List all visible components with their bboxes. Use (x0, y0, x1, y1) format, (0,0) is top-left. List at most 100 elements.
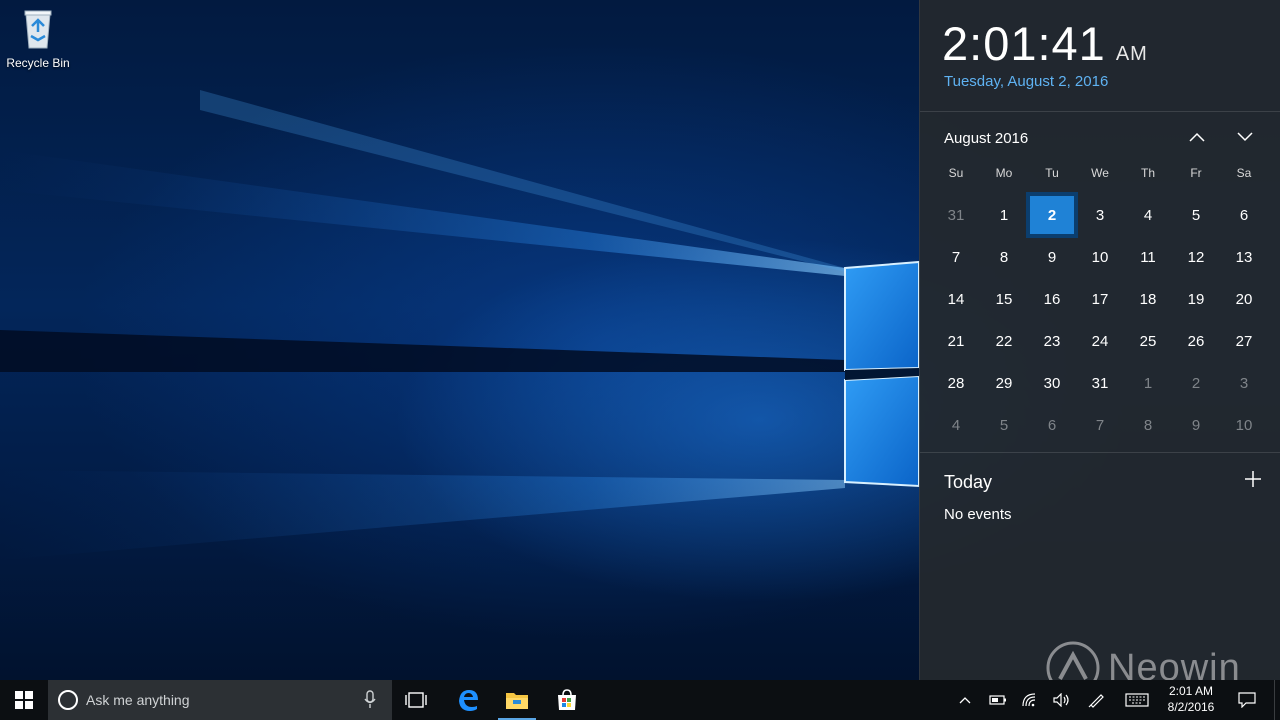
chevron-up-icon (1189, 132, 1205, 142)
recycle-bin-label: Recycle Bin (6, 56, 70, 70)
volume-button[interactable] (1050, 680, 1074, 720)
calendar-day[interactable]: 3 (1220, 362, 1268, 404)
calendar-day[interactable]: 5 (1172, 194, 1220, 236)
weekday-label: We (1091, 166, 1109, 180)
calendar-day[interactable]: 21 (932, 320, 980, 362)
taskbar: Ask me anything 2:01 AM 8/2/2016 (0, 680, 1280, 720)
calendar-day[interactable]: 6 (1028, 404, 1076, 446)
calendar-day[interactable]: 1 (1124, 362, 1172, 404)
calendar-day[interactable]: 24 (1076, 320, 1124, 362)
microphone-icon[interactable] (364, 690, 376, 710)
calendar-day[interactable]: 13 (1220, 236, 1268, 278)
calendar-day[interactable]: 26 (1172, 320, 1220, 362)
show-hidden-icons-button[interactable] (954, 680, 976, 720)
battery-button[interactable] (986, 680, 1010, 720)
calendar-day[interactable]: 28 (932, 362, 980, 404)
clock-date-link[interactable]: Tuesday, August 2, 2016 (944, 73, 1108, 90)
recycle-bin-shortcut[interactable]: Recycle Bin (4, 6, 72, 74)
clock-time: 2:01:41 AM (942, 16, 1148, 71)
store-taskbar-button[interactable] (546, 680, 588, 720)
calendar-day[interactable]: 30 (1028, 362, 1076, 404)
calendar-week: 21 22 23 24 25 26 27 (932, 320, 1268, 362)
calendar-grid: 31 1 2 3 4 5 6 7 8 9 10 11 12 13 14 15 1… (932, 192, 1268, 446)
calendar-day[interactable]: 19 (1172, 278, 1220, 320)
calendar-day[interactable]: 10 (1076, 236, 1124, 278)
weekday-label: Su (948, 166, 964, 180)
taskbar-date: 8/2/2016 (1167, 700, 1215, 714)
calendar-day[interactable]: 16 (1028, 278, 1076, 320)
edge-icon (459, 690, 478, 711)
calendar-day[interactable]: 8 (1124, 404, 1172, 446)
network-button[interactable] (1018, 680, 1044, 720)
pen-icon (1088, 694, 1104, 708)
calendar-day[interactable]: 3 (1076, 194, 1124, 236)
show-desktop-button[interactable] (1274, 680, 1280, 720)
calendar-day[interactable]: 7 (1076, 404, 1124, 446)
agenda-divider (920, 452, 1280, 453)
weekday-header: Su Mo Tu We Th Fr Sa (932, 166, 1268, 188)
taskbar-clock[interactable]: 2:01 AM 8/2/2016 (1158, 683, 1224, 719)
battery-icon (989, 695, 1006, 705)
touch-keyboard-button[interactable] (1122, 680, 1152, 720)
calendar-day[interactable]: 9 (1172, 404, 1220, 446)
keyboard-icon (1125, 693, 1149, 707)
action-center-button[interactable] (1232, 680, 1262, 720)
agenda-empty-message: No events (944, 506, 1012, 523)
calendar-day[interactable]: 12 (1172, 236, 1220, 278)
calendar-week: 4 5 6 7 8 9 10 (932, 404, 1268, 446)
file-explorer-taskbar-button[interactable] (496, 680, 538, 720)
weekday-label: Fr (1190, 166, 1202, 180)
calendar-day[interactable]: 25 (1124, 320, 1172, 362)
add-event-button[interactable] (1242, 468, 1264, 490)
windows-logo-icon (15, 691, 33, 709)
calendar-day[interactable]: 17 (1076, 278, 1124, 320)
task-view-icon (405, 692, 427, 708)
calendar-week: 7 8 9 10 11 12 13 (932, 236, 1268, 278)
calendar-day[interactable]: 31 (1076, 362, 1124, 404)
agenda-title: Today (944, 472, 993, 492)
calendar-day[interactable]: 14 (932, 278, 980, 320)
calendar-day[interactable]: 29 (980, 362, 1028, 404)
calendar-day[interactable]: 20 (1220, 278, 1268, 320)
calendar-header: August 2016 (920, 112, 1280, 162)
calendar-day[interactable]: 18 (1124, 278, 1172, 320)
cortana-icon (58, 690, 78, 710)
windows-ink-button[interactable] (1084, 680, 1110, 720)
clock-ampm: AM (1115, 43, 1148, 65)
calendar-day[interactable]: 5 (980, 404, 1028, 446)
clock-header: 2:01:41 AM Tuesday, August 2, 2016 (920, 0, 1280, 112)
calendar-day[interactable]: 4 (932, 404, 980, 446)
previous-month-button[interactable] (1182, 126, 1212, 148)
edge-taskbar-button[interactable] (446, 680, 490, 720)
weekday-label: Sa (1236, 166, 1252, 180)
chevron-up-icon (959, 697, 971, 704)
calendar-day[interactable]: 27 (1220, 320, 1268, 362)
task-view-button[interactable] (396, 680, 436, 720)
calendar-day[interactable]: 6 (1220, 194, 1268, 236)
calendar-week: 28 29 30 31 1 2 3 (932, 362, 1268, 404)
calendar-day[interactable]: 9 (1028, 236, 1076, 278)
calendar-day[interactable]: 15 (980, 278, 1028, 320)
cortana-search-box[interactable]: Ask me anything (48, 680, 392, 720)
calendar-day[interactable]: 23 (1028, 320, 1076, 362)
calendar-day[interactable]: 11 (1124, 236, 1172, 278)
search-placeholder: Ask me anything (86, 692, 190, 708)
start-button[interactable] (0, 680, 48, 720)
clock-calendar-flyout: 2:01:41 AM Tuesday, August 2, 2016 August… (919, 0, 1280, 680)
plus-icon (1245, 471, 1261, 487)
calendar-day-selected[interactable]: 2 (1026, 192, 1078, 238)
calendar-day[interactable]: 4 (1124, 194, 1172, 236)
calendar-week: 31 1 2 3 4 5 6 (932, 192, 1268, 238)
calendar-month-label[interactable]: August 2016 (944, 130, 1028, 147)
calendar-day[interactable]: 7 (932, 236, 980, 278)
next-month-button[interactable] (1230, 126, 1260, 148)
calendar-day[interactable]: 10 (1220, 404, 1268, 446)
taskbar-time: 2:01 AM (1168, 684, 1214, 698)
calendar-day[interactable]: 22 (980, 320, 1028, 362)
calendar-day[interactable]: 8 (980, 236, 1028, 278)
speaker-icon (1053, 693, 1069, 707)
calendar-day[interactable]: 31 (932, 194, 980, 236)
recycle-bin-icon (24, 10, 52, 49)
calendar-day[interactable]: 2 (1172, 362, 1220, 404)
calendar-day[interactable]: 1 (980, 194, 1028, 236)
